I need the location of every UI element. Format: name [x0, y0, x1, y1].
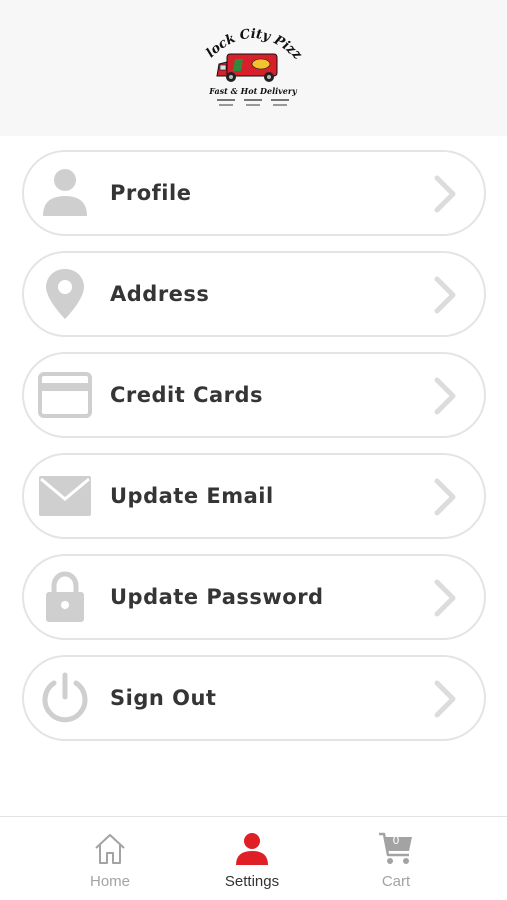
menu-item-label: Update Password — [110, 585, 324, 609]
menu-item-label: Credit Cards — [110, 383, 264, 407]
power-icon — [38, 671, 92, 725]
cart-count-badge: 0 — [392, 834, 400, 847]
chevron-right-icon — [432, 679, 458, 719]
menu-item-credit-cards[interactable]: Credit Cards — [22, 352, 486, 438]
tab-home-label: Home — [89, 873, 130, 890]
tab-settings[interactable]: Settings — [192, 817, 312, 900]
bottom-tab-bar: Home Settings 0 Cart — [0, 816, 507, 900]
menu-item-update-password[interactable]: Update Password — [22, 554, 486, 640]
menu-item-update-email[interactable]: Update Email — [22, 453, 486, 539]
person-icon — [38, 166, 92, 220]
envelope-icon — [38, 469, 92, 523]
credit-card-icon — [38, 368, 92, 422]
chevron-right-icon — [432, 174, 458, 214]
menu-item-profile[interactable]: Profile — [22, 150, 486, 236]
pizza-van-logo-icon: Block City Pizza Fast & Hot Delivery — [203, 22, 303, 106]
person-icon — [234, 831, 270, 867]
tab-cart[interactable]: 0 Cart — [336, 817, 456, 900]
chevron-right-icon — [432, 578, 458, 618]
brand-logo: Block City Pizza Fast & Hot Delivery — [203, 22, 303, 114]
menu-item-label: Address — [110, 282, 210, 306]
logo-tagline: Fast & Hot Delivery — [208, 86, 298, 96]
menu-item-address[interactable]: Address — [22, 251, 486, 337]
chevron-right-icon — [432, 477, 458, 517]
padlock-icon — [38, 570, 92, 624]
location-pin-icon — [38, 267, 92, 321]
tab-cart-label: Cart — [381, 873, 411, 890]
menu-item-label: Profile — [110, 181, 192, 205]
header: Block City Pizza Fast & Hot Delivery — [0, 0, 507, 136]
menu-item-label: Update Email — [110, 484, 274, 508]
menu-item-sign-out[interactable]: Sign Out — [22, 655, 486, 741]
home-icon — [92, 831, 128, 867]
tab-home[interactable]: Home — [50, 817, 170, 900]
cart-icon: 0 — [378, 831, 414, 867]
menu-item-label: Sign Out — [110, 686, 217, 710]
tab-settings-label: Settings — [224, 873, 280, 890]
chevron-right-icon — [432, 275, 458, 315]
chevron-right-icon — [432, 376, 458, 416]
